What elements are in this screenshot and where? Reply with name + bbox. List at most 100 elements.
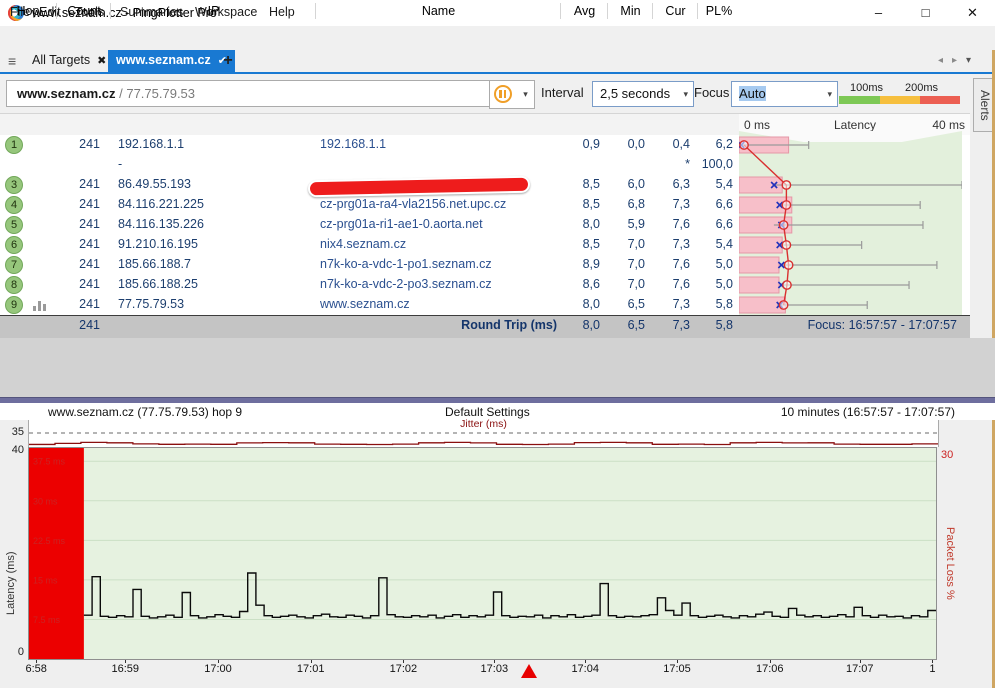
hop-row-5[interactable]: 524184.116.135.226cz-prg01a-ri1-ae1-0.ao… [0, 215, 739, 235]
ip-cell: 77.75.79.53 [118, 297, 184, 311]
min-cell: 7,0 [605, 257, 645, 271]
pause-dropdown-button[interactable]: ▾ [517, 80, 535, 109]
avg-cell: 8,0 [560, 297, 600, 311]
pl-cell: 100,0 [692, 157, 733, 171]
minimize-button[interactable]: – [856, 0, 901, 26]
x-tick-label: 17:03 [481, 663, 509, 675]
latency-scale-max: 40 ms [932, 118, 965, 132]
pl-cell: 6,6 [692, 197, 733, 211]
min-cell: 0,0 [605, 137, 645, 151]
avg-cell: 8,9 [560, 257, 600, 271]
focus-select[interactable]: Auto ▾ [731, 81, 838, 107]
name-cell: cz-prg01a-ra4-vla2156.net.upc.cz [320, 197, 506, 211]
tab-scroll-right-icon[interactable]: ▸ [952, 55, 957, 66]
timeline-target: www.seznam.cz (77.75.79.53) hop 9 [48, 405, 242, 419]
col-min[interactable]: Min [607, 3, 653, 19]
target-ip: / 77.75.79.53 [116, 86, 196, 101]
new-tab-button[interactable]: + [218, 50, 238, 72]
col-name[interactable]: Name [315, 3, 561, 19]
rt-cur: 7,3 [650, 318, 690, 332]
col-pl[interactable]: PL% [697, 3, 740, 19]
maximize-button[interactable]: □ [903, 0, 948, 26]
latency-axis-max: 40 [4, 444, 24, 456]
x-tick-label: 17:00 [204, 663, 232, 675]
interval-value: 2,5 seconds [600, 86, 670, 101]
name-cell: n7k-ko-a-vdc-2-po3.seznam.cz [320, 277, 492, 291]
count-cell: 241 [56, 277, 100, 291]
ip-cell: 185.66.188.7 [118, 257, 191, 271]
cur-cell: 7,6 [650, 277, 690, 291]
col-cur[interactable]: Cur [652, 3, 698, 19]
name-cell: www.seznam.cz [320, 297, 410, 311]
pause-icon [494, 85, 512, 103]
cur-cell: * [650, 157, 690, 171]
avg-cell: 8,6 [560, 277, 600, 291]
table-header [0, 113, 739, 137]
timeline-marker-icon[interactable] [521, 664, 537, 678]
close-tab-icon[interactable]: ✖ [97, 55, 106, 67]
svg-text:37.5 ms: 37.5 ms [33, 457, 66, 467]
tab-all-targets-label: All Targets [32, 53, 90, 67]
latency-axis-min: 0 [4, 646, 24, 658]
latency-axis-label: Latency (ms) [5, 505, 17, 615]
cur-cell: 7,3 [650, 197, 690, 211]
interval-select[interactable]: 2,5 seconds ▾ [592, 81, 694, 107]
hop-number-badge: 5 [5, 216, 23, 234]
hop-row-6[interactable]: 624191.210.16.195nix4.seznam.cz8,57,07,3… [0, 235, 739, 255]
jitter-pane: Jitter (ms) [28, 420, 939, 447]
count-cell: 241 [56, 257, 100, 271]
cur-cell: 7,3 [650, 297, 690, 311]
ip-cell: 84.116.135.226 [118, 217, 204, 231]
col-ip[interactable]: IP [110, 3, 316, 19]
target-host: www.seznam.cz [17, 86, 116, 101]
jitter-axis-max: 35 [4, 426, 24, 438]
col-hop[interactable]: Hop [0, 3, 56, 19]
tab-scroll-left-icon[interactable]: ◂ [938, 55, 943, 66]
timeline-range[interactable]: 10 minutes (16:57:57 - 17:07:57) [781, 405, 955, 419]
count-cell: 241 [56, 217, 100, 231]
rt-label: Round Trip (ms) [315, 318, 557, 332]
tab-menu-icon[interactable]: ≡ [8, 53, 16, 69]
time-axis: 6:5816:5917:0017:0117:0217:0317:0417:051… [28, 661, 937, 679]
target-input[interactable]: www.seznam.cz / 77.75.79.53 [6, 80, 496, 107]
tab-list-dropdown-icon[interactable]: ▾ [966, 55, 971, 66]
col-count[interactable]: Count [56, 3, 111, 19]
pl-cell: 5,0 [692, 277, 733, 291]
hop-row-3[interactable]: 324186.49.55.1938,56,06,35,4 [0, 175, 739, 195]
count-cell: 241 [56, 297, 100, 311]
hop-row-4[interactable]: 424184.116.221.225cz-prg01a-ra4-vla2156.… [0, 195, 739, 215]
alerts-side-tab[interactable]: Alerts [973, 78, 994, 132]
min-cell: 6,0 [605, 177, 645, 191]
col-avg[interactable]: Avg [560, 3, 608, 19]
ip-cell: 86.49.55.193 [118, 177, 191, 191]
svg-text:30 ms: 30 ms [33, 496, 58, 506]
hop-row-1[interactable]: 1241192.168.1.1192.168.1.10,90,00,46,2 [0, 135, 739, 155]
x-tick-label: 1 [929, 663, 935, 675]
pl-cell: 6,6 [692, 217, 733, 231]
ip-cell: 192.168.1.1 [118, 137, 184, 151]
focus-label: Focus [694, 85, 729, 100]
hop-row-7[interactable]: 7241185.66.188.7n7k-ko-a-vdc-1-po1.sezna… [0, 255, 739, 275]
ip-cell: 91.210.16.195 [118, 237, 198, 251]
tab-seznam[interactable]: www.seznam.cz✔ [108, 50, 235, 72]
hop-row-8[interactable]: 8241185.66.188.25n7k-ko-a-vdc-2-po3.sezn… [0, 275, 739, 295]
rt-count: 241 [56, 318, 100, 332]
hop-row-2[interactable]: -*100,0 [0, 155, 739, 175]
tab-all-targets[interactable]: All Targets ✖ [24, 50, 114, 72]
latency-column-title: Latency [834, 118, 876, 132]
loss-axis-label: Packet Loss % [944, 527, 956, 642]
pause-button[interactable] [489, 80, 519, 109]
svg-text:7.5 ms: 7.5 ms [33, 615, 61, 625]
hop-row-9[interactable]: 924177.75.79.53www.seznam.cz8,06,57,35,8 [0, 295, 739, 315]
chevron-down-icon: ▾ [683, 82, 688, 106]
x-tick-label: 17:01 [297, 663, 325, 675]
avg-cell: 8,5 [560, 177, 600, 191]
hop-number-badge: 9 [5, 296, 23, 314]
hop-latency-minigraph [739, 131, 962, 315]
timeline-settings[interactable]: Default Settings [445, 405, 530, 419]
x-tick-label: 16:59 [111, 663, 139, 675]
name-cell: nix4.seznam.cz [320, 237, 406, 251]
jitter-graph [29, 420, 938, 447]
latency-time-chart[interactable]: 37.5 ms30 ms22.5 ms15 ms7.5 ms [28, 447, 937, 660]
close-button[interactable]: ✕ [950, 0, 995, 26]
